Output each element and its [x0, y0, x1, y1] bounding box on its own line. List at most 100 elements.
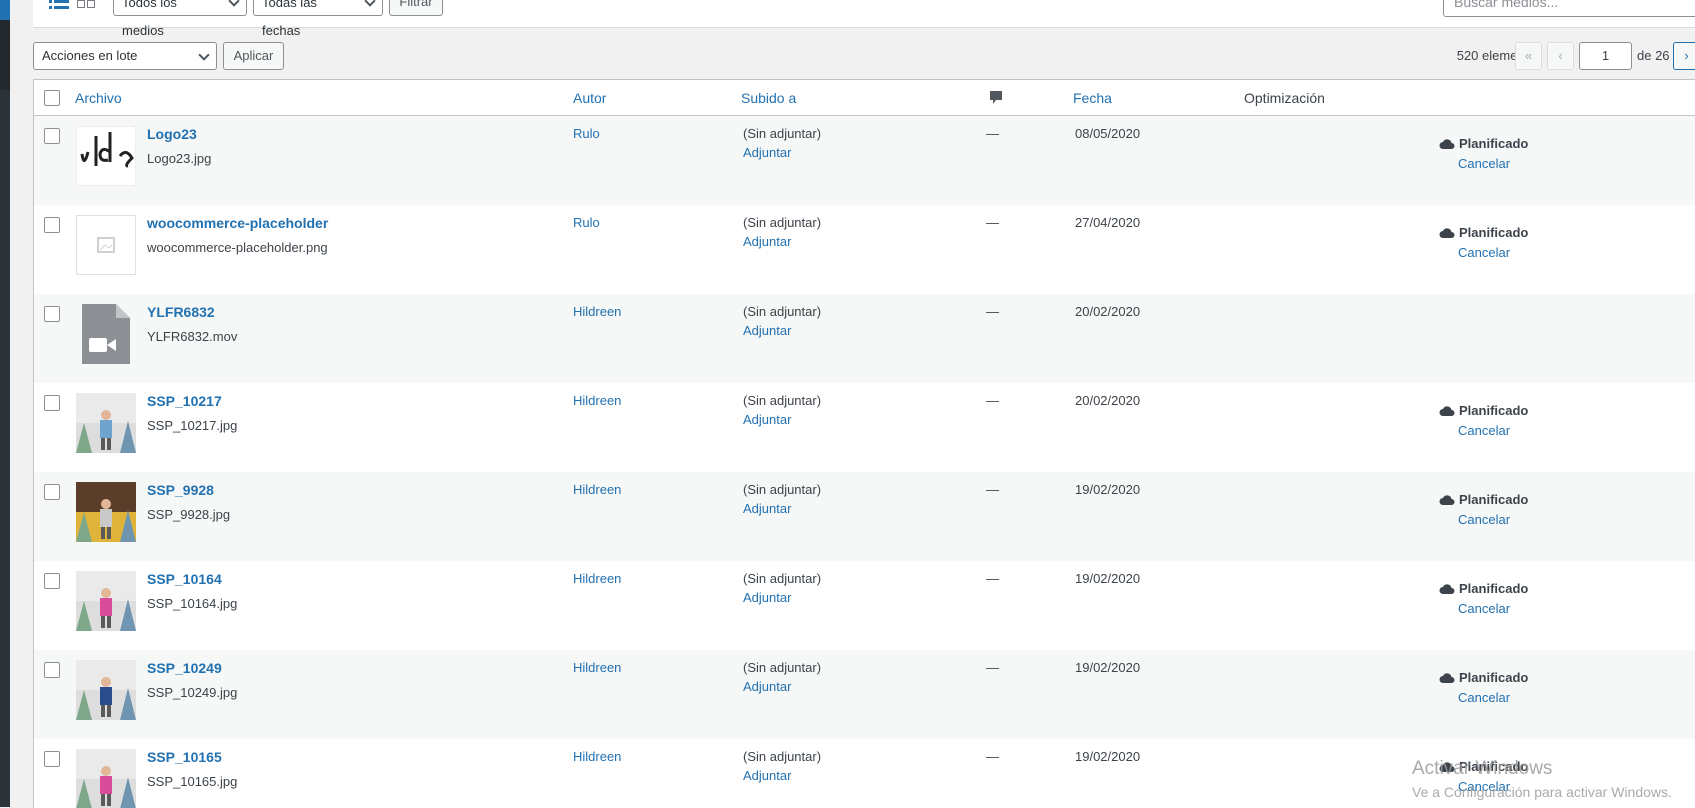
- upload-date: 19/02/2020: [1075, 571, 1141, 586]
- media-filename: SSP_10165.jpg: [147, 774, 238, 789]
- media-type-select[interactable]: Todos los medios: [113, 0, 247, 38]
- optimization-status: Planificado: [1439, 136, 1528, 151]
- uploaded-to-text: (Sin adjuntar): [743, 482, 822, 497]
- filter-button[interactable]: Filtrar: [389, 0, 443, 16]
- admin-sidebar: [0, 0, 10, 807]
- media-title-link[interactable]: SSP_10217: [147, 393, 222, 409]
- search-input[interactable]: Buscar medios...: [1443, 0, 1695, 17]
- attach-link[interactable]: Adjuntar: [743, 323, 791, 338]
- author-link[interactable]: Hildreen: [573, 660, 621, 675]
- select-all-checkbox[interactable]: [44, 90, 60, 106]
- attach-link[interactable]: Adjuntar: [743, 234, 791, 249]
- author-link[interactable]: Rulo: [573, 126, 600, 141]
- media-thumbnail[interactable]: [76, 749, 136, 808]
- column-date[interactable]: Fecha: [1073, 90, 1112, 106]
- cancel-optimization-link[interactable]: Cancelar: [1458, 423, 1510, 438]
- upload-date: 20/02/2020: [1075, 393, 1141, 408]
- optimization-status: Planificado: [1439, 670, 1528, 685]
- upload-date: 19/02/2020: [1075, 482, 1141, 497]
- media-title-link[interactable]: SSP_10249: [147, 660, 222, 676]
- author-link[interactable]: Hildreen: [573, 571, 621, 586]
- author-link[interactable]: Hildreen: [573, 482, 621, 497]
- media-title-link[interactable]: SSP_9928: [147, 482, 214, 498]
- author-link[interactable]: Hildreen: [573, 749, 621, 764]
- optimization-status-label: Planificado: [1459, 670, 1529, 685]
- uploaded-to-text: (Sin adjuntar): [743, 304, 822, 319]
- attach-link[interactable]: Adjuntar: [743, 145, 791, 160]
- grid-view-icon[interactable]: [77, 0, 97, 14]
- media-filename: woocommerce-placeholder.png: [147, 240, 328, 255]
- author-link[interactable]: Hildreen: [573, 393, 621, 408]
- attach-link[interactable]: Adjuntar: [743, 679, 791, 694]
- table-row: woocommerce-placeholder woocommerce-place…: [34, 205, 1695, 294]
- next-page-button[interactable]: ›: [1673, 42, 1695, 70]
- first-page-button[interactable]: «: [1515, 42, 1542, 70]
- optimization-status: Planificado: [1439, 492, 1528, 507]
- uploaded-to-text: (Sin adjuntar): [743, 660, 822, 675]
- column-file[interactable]: Archivo: [75, 90, 122, 106]
- media-title-link[interactable]: YLFR6832: [147, 304, 215, 320]
- media-title-link[interactable]: Logo23: [147, 126, 197, 142]
- row-checkbox[interactable]: [44, 306, 60, 322]
- upload-date: 27/04/2020: [1075, 215, 1141, 230]
- media-thumbnail[interactable]: [76, 126, 136, 186]
- media-filename: Logo23.jpg: [147, 151, 212, 166]
- apply-button[interactable]: Aplicar: [223, 42, 284, 70]
- row-checkbox[interactable]: [44, 484, 60, 500]
- current-page-input[interactable]: 1: [1579, 42, 1632, 70]
- cancel-optimization-link[interactable]: Cancelar: [1458, 245, 1510, 260]
- cancel-optimization-link[interactable]: Cancelar: [1458, 690, 1510, 705]
- date-select[interactable]: Todas las fechas: [253, 0, 383, 38]
- uploaded-to-text: (Sin adjuntar): [743, 126, 822, 141]
- admin-sidebar-body: [0, 90, 10, 807]
- table-row: SSP_10164 SSP_10164.jpg Hildreen (Sin adjun…: [34, 561, 1695, 650]
- bulk-actions-value: Acciones en lote: [42, 48, 138, 63]
- table-row: SSP_9928 SSP_9928.jpg Hildreen (Sin adjunta…: [34, 472, 1695, 561]
- windows-watermark-title: Activar Windows: [1412, 758, 1553, 779]
- attach-link[interactable]: Adjuntar: [743, 501, 791, 516]
- author-link[interactable]: Rulo: [573, 215, 600, 230]
- comments-icon[interactable]: [989, 90, 1003, 109]
- media-title-link[interactable]: woocommerce-placeholder: [147, 215, 328, 231]
- row-checkbox[interactable]: [44, 751, 60, 767]
- media-thumbnail[interactable]: [76, 393, 136, 453]
- media-title-link[interactable]: SSP_10164: [147, 571, 222, 587]
- row-checkbox[interactable]: [44, 573, 60, 589]
- cancel-optimization-link[interactable]: Cancelar: [1458, 601, 1510, 616]
- row-checkbox[interactable]: [44, 128, 60, 144]
- table-body: Logo23 Logo23.jpg Rulo (Sin adjuntar) Adjunt…: [34, 116, 1695, 808]
- uploaded-to-text: (Sin adjuntar): [743, 749, 822, 764]
- media-table: Archivo Autor Subido a Fecha Optimizació…: [33, 79, 1695, 808]
- media-thumbnail[interactable]: [76, 215, 136, 275]
- prev-page-button[interactable]: ‹: [1547, 42, 1574, 70]
- comments-count: —: [986, 749, 999, 764]
- attach-link[interactable]: Adjuntar: [743, 590, 791, 605]
- attach-link[interactable]: Adjuntar: [743, 412, 791, 427]
- comments-count: —: [986, 660, 999, 675]
- cloud-icon: [1439, 136, 1459, 151]
- cancel-optimization-link[interactable]: Cancelar: [1458, 156, 1510, 171]
- media-thumbnail[interactable]: [76, 660, 136, 720]
- attach-link[interactable]: Adjuntar: [743, 768, 791, 783]
- list-view-icon[interactable]: [49, 0, 69, 14]
- media-title-link[interactable]: SSP_10165: [147, 749, 222, 765]
- cloud-icon: [1439, 492, 1459, 507]
- media-toolbar: Todos los medios Todas las fechas Filtra…: [33, 0, 1695, 38]
- row-checkbox[interactable]: [44, 395, 60, 411]
- admin-sidebar-accent: [0, 0, 10, 20]
- upload-date: 19/02/2020: [1075, 660, 1141, 675]
- media-thumbnail[interactable]: [76, 304, 136, 364]
- row-checkbox[interactable]: [44, 217, 60, 233]
- column-author[interactable]: Autor: [573, 90, 606, 106]
- cloud-icon: [1439, 225, 1459, 240]
- upload-date: 08/05/2020: [1075, 126, 1141, 141]
- row-checkbox[interactable]: [44, 662, 60, 678]
- column-optimization: Optimización: [1244, 90, 1325, 106]
- author-link[interactable]: Hildreen: [573, 304, 621, 319]
- bulk-actions-select[interactable]: Acciones en lote: [33, 42, 217, 70]
- cancel-optimization-link[interactable]: Cancelar: [1458, 512, 1510, 527]
- uploaded-to-text: (Sin adjuntar): [743, 215, 822, 230]
- media-thumbnail[interactable]: [76, 482, 136, 542]
- column-uploaded-to[interactable]: Subido a: [741, 90, 796, 106]
- media-thumbnail[interactable]: [76, 571, 136, 631]
